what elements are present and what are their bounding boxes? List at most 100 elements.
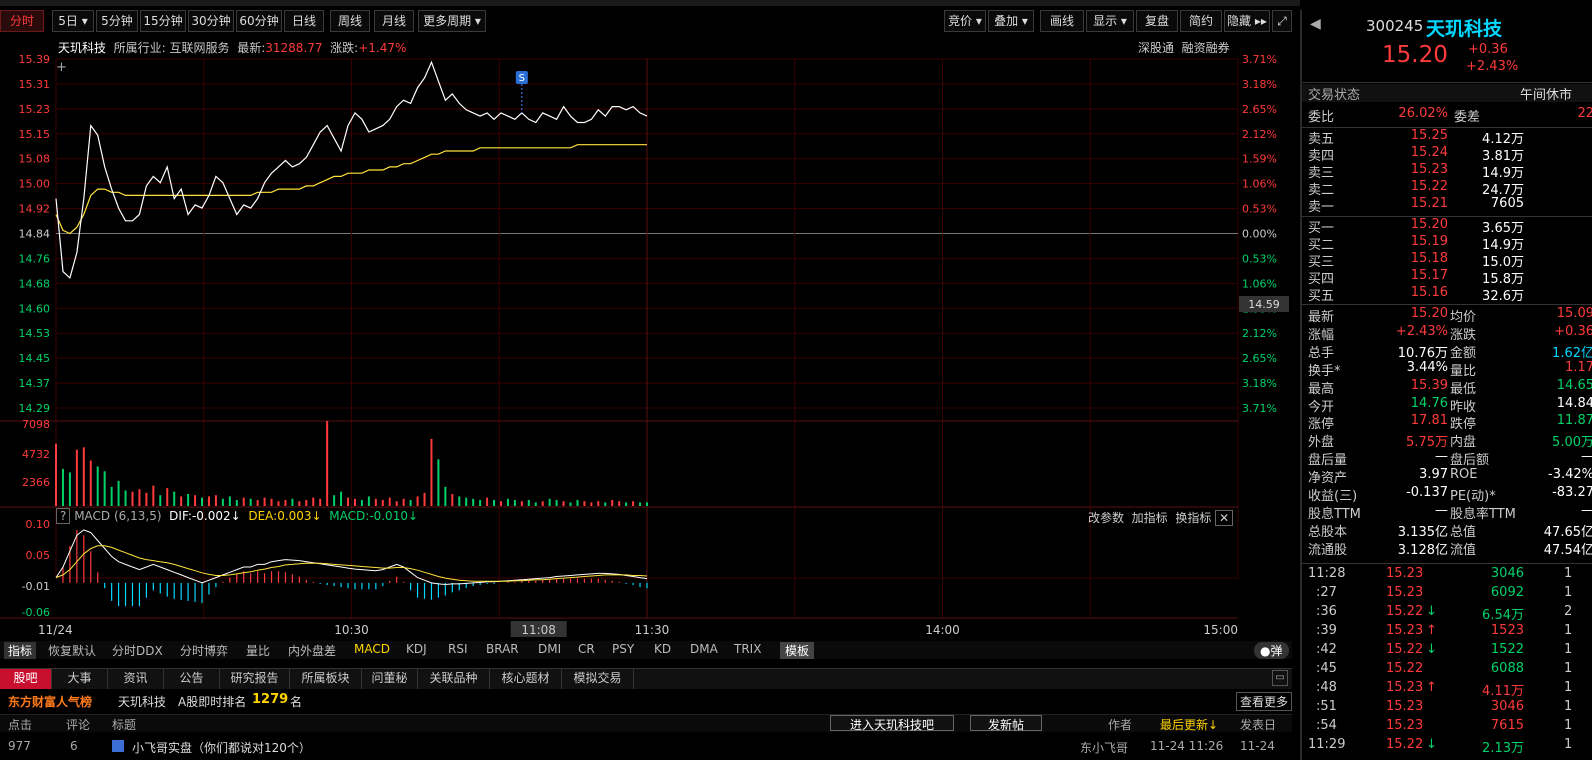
volume-bar	[360, 500, 363, 506]
macd-switch-indicator[interactable]: 换指标	[1175, 511, 1211, 525]
tab-core-themes[interactable]: 核心题材	[490, 669, 562, 689]
ind-restore-default[interactable]: 恢复默认	[48, 642, 96, 659]
tool-display[interactable]: 显示 ▾	[1086, 10, 1134, 32]
collapse-button[interactable]: ▭	[1272, 670, 1288, 686]
post-type-icon	[112, 740, 124, 752]
order-book-row[interactable]: 买五 15.16 32.6万	[1308, 285, 1592, 304]
ind-dma[interactable]: DMA	[690, 642, 718, 656]
table-row[interactable]: 977 6 小飞哥实盘（你们都说对120个） 东小飞哥 11-24 11:26 …	[0, 737, 1292, 757]
volume-bar	[555, 500, 558, 506]
ind-psy[interactable]: PSY	[612, 642, 634, 656]
ind-kdj[interactable]: KDJ	[406, 642, 427, 656]
trade-status-row: 交易状态 午间休市	[1302, 84, 1592, 103]
tab-fenshi[interactable]: 分时	[0, 10, 44, 32]
order-book-row[interactable]: 买二 15.19 14.9万	[1308, 234, 1592, 253]
volume-bar	[409, 500, 412, 506]
tool-simple[interactable]: 简约	[1180, 10, 1222, 32]
tick-price: 15.23	[1386, 566, 1424, 581]
pct-tick-label: 3.71%	[1242, 53, 1277, 66]
tool-replay[interactable]: 复盘	[1136, 10, 1178, 32]
volume-bar	[228, 496, 231, 506]
ind-dmi[interactable]: DMI	[538, 642, 561, 656]
volume-bar	[180, 496, 183, 506]
see-more-button[interactable]: 查看更多	[1236, 692, 1292, 711]
enter-guba-button[interactable]: 进入天玑科技吧	[830, 715, 954, 732]
stat-label: 涨停	[1308, 417, 1335, 433]
tab-simulated-trading[interactable]: 模拟交易	[562, 669, 634, 689]
tab-30min[interactable]: 30分钟	[188, 10, 234, 32]
intraday-chart[interactable]: 15.39 15.31 15.23 15.15 15.08 15.00 14.92 14.84…	[0, 52, 1292, 644]
prev-stock-arrow[interactable]: ◀	[1310, 16, 1321, 32]
post-title[interactable]: 小飞哥实盘（你们都说对120个）	[132, 739, 311, 756]
volume-bar	[201, 497, 204, 506]
tab-events[interactable]: 大事	[52, 669, 108, 689]
tick-count: 1	[1564, 661, 1573, 676]
price-tick-label: 14.92	[19, 203, 51, 216]
tab-monthly[interactable]: 月线	[374, 10, 414, 32]
order-book-row[interactable]: 卖一 15.21 7605	[1308, 196, 1592, 215]
macd-add-indicator[interactable]: 加指标	[1132, 511, 1168, 525]
stats-row: 股息TTM —股息率TTM—	[1308, 503, 1592, 522]
tab-announcements[interactable]: 公告	[164, 669, 220, 689]
volume-bar	[611, 500, 614, 506]
pct-tick-label: 1.06%	[1242, 178, 1277, 191]
tool-draw[interactable]: 画线	[1040, 10, 1084, 32]
ind-template[interactable]: 模板	[780, 642, 815, 659]
time-tick-label: 10:30	[334, 623, 369, 637]
tab-5min[interactable]: 5分钟	[96, 10, 138, 32]
new-post-button[interactable]: 发新帖	[970, 715, 1042, 732]
volume-bar	[402, 498, 405, 506]
volume-bar	[388, 497, 391, 506]
tab-5day[interactable]: 5日 ▾	[52, 10, 94, 32]
post-author[interactable]: 东小飞哥	[1080, 739, 1128, 756]
order-book-row[interactable]: 卖三 15.23 14.9万	[1308, 162, 1592, 181]
ind-inner-outer[interactable]: 内外盘差	[288, 642, 336, 659]
ind-trix[interactable]: TRIX	[734, 642, 761, 656]
ind-kd[interactable]: KD	[654, 642, 671, 656]
plus-icon[interactable]: +	[56, 60, 67, 75]
tick-row: 11:28 15.23 3046 1	[1308, 566, 1592, 584]
ind-cr[interactable]: CR	[578, 642, 595, 656]
post-clicks: 977	[8, 739, 31, 753]
order-book-row[interactable]: 卖五 15.25 4.12万	[1308, 128, 1592, 147]
tab-guba[interactable]: 股吧	[0, 669, 52, 689]
ind-game[interactable]: 分时博弈	[180, 642, 228, 659]
volume-bar	[513, 500, 516, 506]
col-post-date[interactable]: 发表日	[1240, 716, 1276, 733]
macd-help-button[interactable]: ?	[56, 508, 71, 524]
divider	[1302, 304, 1592, 305]
ind-macd[interactable]: MACD	[354, 642, 390, 656]
order-book-row[interactable]: 卖四 15.24 3.81万	[1308, 145, 1592, 164]
col-latest-update[interactable]: 最后更新↓	[1160, 716, 1218, 733]
ind-volume-ratio[interactable]: 量比	[246, 642, 270, 659]
order-book-row[interactable]: 卖二 15.22 24.7万	[1308, 179, 1592, 198]
tab-60min[interactable]: 60分钟	[236, 10, 282, 32]
tab-news[interactable]: 资讯	[108, 669, 164, 689]
macd-edit-params[interactable]: 改参数	[1088, 511, 1124, 525]
tool-overlay[interactable]: 叠加 ▾	[988, 10, 1034, 32]
minimize-icon: ▭	[1275, 672, 1285, 683]
tab-research[interactable]: 研究报告	[220, 669, 290, 689]
s-marker[interactable]: S	[515, 71, 528, 113]
tab-weekly[interactable]: 周线	[330, 10, 370, 32]
order-book-row[interactable]: 买一 15.20 3.65万	[1308, 217, 1592, 236]
fullscreen-button[interactable]: ⤢	[1272, 10, 1292, 32]
tool-auction[interactable]: 竞价 ▾	[944, 10, 986, 32]
ind-brar[interactable]: BRAR	[486, 642, 519, 656]
stat-value: 11.87	[1556, 413, 1592, 429]
tab-more-periods[interactable]: 更多周期 ▾	[418, 10, 486, 32]
tool-hide[interactable]: 隐藏 ▸▸	[1224, 10, 1270, 32]
popup-toggle[interactable]: ●弹	[1254, 642, 1289, 659]
tab-ask-secretary[interactable]: 问董秘	[362, 669, 418, 689]
ind-rsi[interactable]: RSI	[448, 642, 468, 656]
tab-15min[interactable]: 15分钟	[140, 10, 186, 32]
macd-close-button[interactable]: ✕	[1215, 510, 1234, 526]
tab-daily[interactable]: 日线	[284, 10, 324, 32]
tab-related[interactable]: 关联品种	[418, 669, 490, 689]
tick-count: 1	[1564, 585, 1573, 600]
order-book-row[interactable]: 买四 15.17 15.8万	[1308, 268, 1592, 287]
tick-volume: 1523	[1490, 623, 1524, 638]
ind-ddx[interactable]: 分时DDX	[112, 642, 163, 659]
order-book-row[interactable]: 买三 15.18 15.0万	[1308, 251, 1592, 270]
tab-sectors[interactable]: 所属板块	[290, 669, 362, 689]
